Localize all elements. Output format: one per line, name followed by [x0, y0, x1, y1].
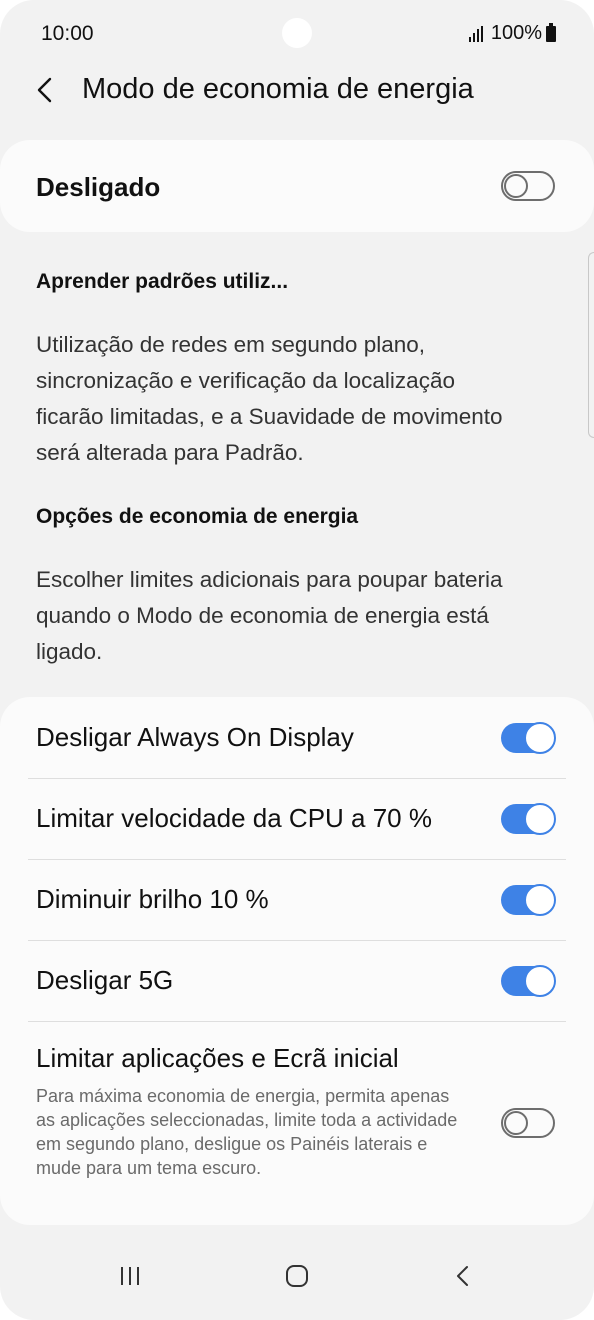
recents-button[interactable]	[110, 1258, 150, 1294]
battery-icon	[546, 22, 556, 42]
option-label: Desligar 5G	[36, 965, 174, 995]
options-card: Desligar Always On Display Limitar veloc…	[0, 697, 594, 1225]
chevron-left-icon	[37, 77, 52, 103]
recents-icon	[121, 1267, 139, 1285]
toggle-knob	[524, 803, 556, 835]
signal-icon	[468, 25, 483, 42]
option-description: Para máxima economia de energia, permita…	[36, 1086, 458, 1178]
option-label: Diminuir brilho 10 %	[36, 884, 269, 914]
option-label: Limitar aplicações e Ecrã inicial	[36, 1043, 399, 1073]
master-switch-card[interactable]: Desligado	[0, 140, 594, 232]
scrollbar[interactable]	[588, 252, 594, 438]
back-button[interactable]	[28, 72, 64, 108]
home-icon	[286, 1265, 308, 1287]
option-row-always-on-display[interactable]: Desligar Always On Display	[0, 697, 594, 778]
navigation-bar	[0, 1246, 594, 1306]
toggle-knob	[524, 965, 556, 997]
cpu-speed-toggle[interactable]	[501, 803, 556, 835]
description-line: Utilização de redes em segundo plano,	[36, 332, 425, 357]
learn-patterns-description: Utilização de redes em segundo plano, si…	[36, 327, 566, 471]
status-icons: 100%	[468, 22, 556, 45]
toggle-knob	[504, 1111, 528, 1135]
toggle-knob	[504, 174, 528, 198]
description-line: quando o Modo de economia de energia est…	[36, 603, 489, 628]
app-header: Modo de economia de energia	[0, 60, 594, 122]
description-line: será alterada para Padrão.	[36, 440, 304, 465]
description-line: Escolher limites adicionais para poupar …	[36, 567, 503, 592]
battery-percentage: 100%	[490, 22, 542, 44]
option-row-cpu-speed[interactable]: Limitar velocidade da CPU a 70 %	[0, 778, 594, 859]
power-saving-options-heading: Opções de economia de energia	[36, 505, 359, 528]
disable-5g-toggle[interactable]	[501, 965, 556, 997]
status-time: 10:00	[41, 22, 94, 45]
power-saving-options-description: Escolher limites adicionais para poupar …	[36, 562, 566, 670]
brightness-toggle[interactable]	[501, 884, 556, 916]
option-label: Desligar Always On Display	[36, 722, 354, 752]
page-title: Modo de economia de energia	[82, 73, 474, 105]
toggle-knob	[524, 722, 556, 754]
master-toggle[interactable]	[501, 171, 555, 201]
description-line: ficarão limitadas, e a Suavidade de movi…	[36, 404, 503, 429]
phone-screen: 10:00 100% Modo de economia de energia D…	[0, 0, 594, 1320]
description-line: sincronização e verificação da localizaç…	[36, 368, 455, 393]
master-switch-label: Desligado	[36, 172, 161, 202]
toggle-knob	[524, 884, 556, 916]
camera-cutout	[282, 18, 312, 48]
option-label: Limitar velocidade da CPU a 70 %	[36, 803, 432, 833]
nav-back-button[interactable]	[443, 1258, 483, 1294]
option-row-5g[interactable]: Desligar 5G	[0, 940, 594, 1021]
back-icon	[457, 1266, 468, 1286]
limit-apps-toggle[interactable]	[501, 1108, 555, 1138]
learn-patterns-heading[interactable]: Aprender padrões utiliz...	[36, 270, 288, 294]
always-on-display-toggle[interactable]	[501, 722, 556, 754]
option-row-limit-apps[interactable]: Limitar aplicações e Ecrã inicial Para m…	[0, 1021, 594, 1225]
option-row-brightness[interactable]: Diminuir brilho 10 %	[0, 859, 594, 940]
description-line: ligado.	[36, 639, 103, 664]
home-button[interactable]	[277, 1258, 317, 1294]
